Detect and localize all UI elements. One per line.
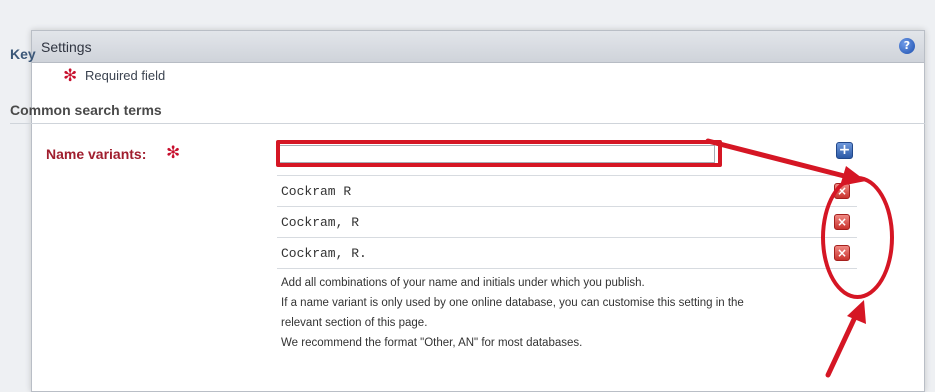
list-item: Cockram R × <box>277 175 857 206</box>
help-line: We recommend the format "Other, AN" for … <box>281 337 583 349</box>
panel-title: Settings <box>41 39 92 55</box>
list-item: Cockram, R × <box>277 206 857 237</box>
help-line: Add all combinations of your name and in… <box>281 277 645 289</box>
required-star-icon: ✻ <box>63 66 78 85</box>
variant-text: Cockram, R <box>281 215 360 230</box>
key-heading: Key <box>10 46 36 62</box>
help-text: Add all combinations of your name and in… <box>281 273 831 353</box>
name-variants-list: Cockram R × Cockram, R × Cockram, R. × <box>277 175 857 269</box>
input-highlight-box <box>276 140 722 167</box>
variant-text: Cockram R <box>281 184 352 199</box>
list-item: Cockram, R. × <box>277 237 857 269</box>
help-line: If a name variant is only used by one on… <box>281 297 744 309</box>
panel-header: Settings ? <box>32 31 924 63</box>
remove-buttons-highlight-ellipse <box>821 176 894 299</box>
help-line: relevant section of this page. <box>281 317 428 329</box>
required-field-text: Required field <box>85 68 166 83</box>
section-heading: Common search terms <box>10 102 162 118</box>
required-star-icon: ✻ <box>166 143 181 162</box>
variant-text: Cockram, R. <box>281 246 367 261</box>
help-icon[interactable]: ? <box>899 38 915 54</box>
name-variants-label: Name variants: <box>46 146 147 162</box>
section-divider <box>10 123 925 124</box>
add-variant-button[interactable]: + <box>836 142 853 159</box>
add-icon: + <box>838 142 851 158</box>
